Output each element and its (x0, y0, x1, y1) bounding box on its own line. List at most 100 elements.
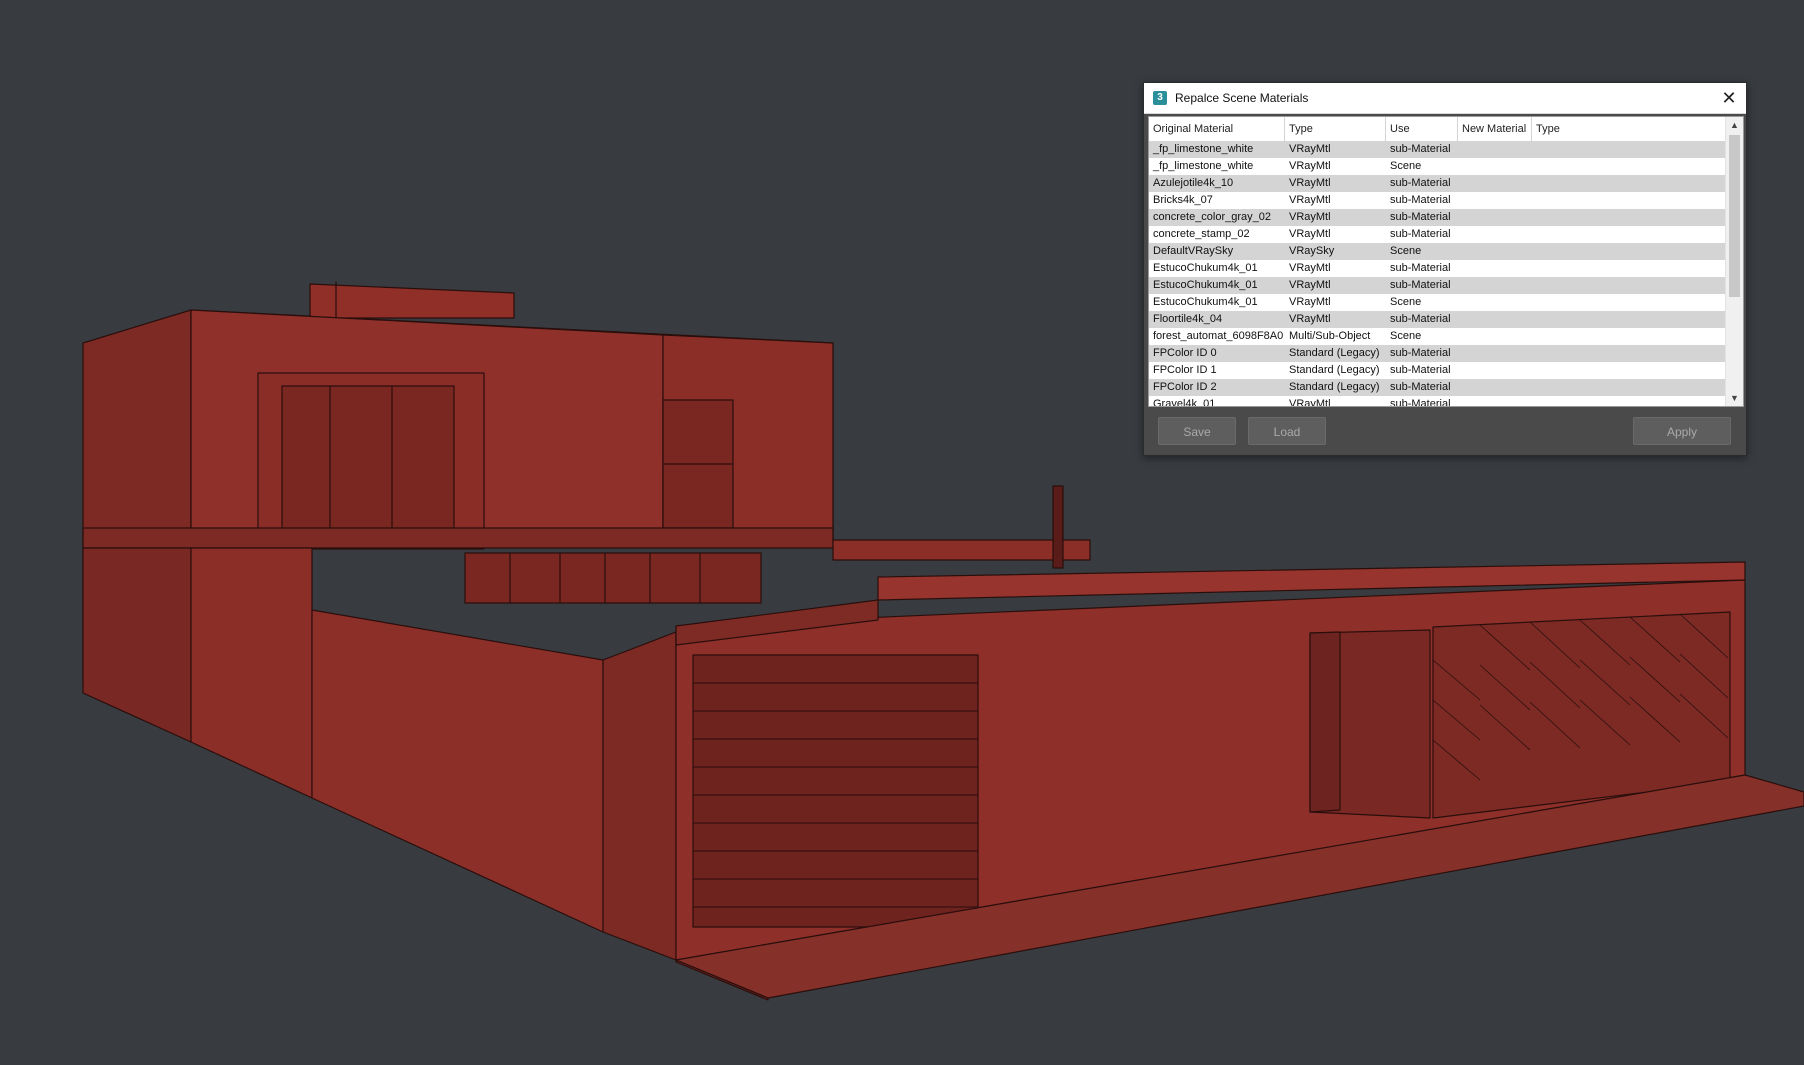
cell-new-type (1532, 175, 1725, 192)
cell-type: VRayMtl (1289, 262, 1331, 274)
table-row[interactable]: EstucoChukum4k_01 VRayMtl sub-Material (1149, 277, 1725, 294)
column-header-new-material[interactable]: New Material (1458, 117, 1532, 141)
cell-use: sub-Material (1390, 347, 1451, 359)
cell-original-material: FPColor ID 1 (1153, 364, 1217, 376)
cell-new-material (1458, 141, 1532, 158)
table-row[interactable]: concrete_color_gray_02 VRayMtl sub-Materia… (1149, 209, 1725, 226)
materials-table[interactable]: Original Material Type Use New Material … (1148, 116, 1744, 407)
cell-use: sub-Material (1390, 143, 1451, 155)
cell-type: VRayMtl (1289, 313, 1331, 325)
cell-original-material: concrete_stamp_02 (1153, 228, 1250, 240)
cell-original-material: EstucoChukum4k_01 (1153, 296, 1258, 308)
cell-new-type (1532, 379, 1725, 396)
replace-scene-materials-dialog[interactable]: 3 Repalce Scene Materials ✕ Original Mat… (1143, 82, 1747, 456)
cell-original-material: concrete_color_gray_02 (1153, 211, 1272, 223)
cell-type: Standard (Legacy) (1289, 381, 1380, 393)
column-header-original-material[interactable]: Original Material (1149, 117, 1285, 141)
cell-type: VRayMtl (1289, 160, 1331, 172)
table-row[interactable]: EstucoChukum4k_01 VRayMtl Scene (1149, 294, 1725, 311)
cell-new-material (1458, 243, 1532, 260)
cell-new-material (1458, 362, 1532, 379)
cell-use: sub-Material (1390, 228, 1451, 240)
cell-new-material (1458, 158, 1532, 175)
cell-new-material (1458, 192, 1532, 209)
cell-type: VRayMtl (1289, 143, 1331, 155)
table-row[interactable]: _fp_limestone_white VRayMtl sub-Material (1149, 141, 1725, 158)
cell-new-type (1532, 209, 1725, 226)
cell-new-material (1458, 209, 1532, 226)
dialog-titlebar[interactable]: 3 Repalce Scene Materials ✕ (1144, 83, 1746, 114)
cell-new-type (1532, 396, 1725, 406)
save-button[interactable]: Save (1158, 417, 1236, 445)
cell-use: Scene (1390, 296, 1422, 308)
column-header-use[interactable]: Use (1386, 117, 1458, 141)
cell-new-type (1532, 294, 1725, 311)
table-row[interactable]: Floortile4k_04 VRayMtl sub-Material (1149, 311, 1725, 328)
cell-new-type (1532, 158, 1725, 175)
cell-original-material: EstucoChukum4k_01 (1153, 262, 1258, 274)
cell-new-material (1458, 277, 1532, 294)
cell-new-type (1532, 328, 1725, 345)
cell-original-material: EstucoChukum4k_01 (1153, 279, 1258, 291)
cell-new-material (1458, 294, 1532, 311)
table-header: Original Material Type Use New Material … (1149, 117, 1743, 142)
cell-type: VRayMtl (1289, 177, 1331, 189)
column-header-new-type[interactable]: Type (1532, 117, 1725, 141)
table-row[interactable]: DefaultVRaySky VRaySky Scene (1149, 243, 1725, 260)
scroll-down-icon[interactable]: ▼ (1726, 390, 1743, 406)
cell-type: Multi/Sub-Object (1289, 330, 1371, 342)
cell-use: sub-Material (1390, 177, 1451, 189)
table-row[interactable]: forest_automat_6098F8A0 Multi/Sub-Object S… (1149, 328, 1725, 345)
close-icon[interactable]: ✕ (1718, 87, 1740, 109)
cell-new-material (1458, 260, 1532, 277)
cell-use: Scene (1390, 160, 1422, 172)
vertical-scrollbar[interactable]: ▲ ▼ (1725, 117, 1743, 406)
cell-new-type (1532, 192, 1725, 209)
table-rows: _fp_limestone_white VRayMtl sub-Material _f… (1149, 141, 1725, 407)
cell-original-material: Bricks4k_07 (1153, 194, 1213, 206)
cell-new-type (1532, 345, 1725, 362)
cell-use: sub-Material (1390, 194, 1451, 206)
cell-original-material: DefaultVRaySky (1153, 245, 1234, 257)
cell-use: sub-Material (1390, 381, 1451, 393)
cell-original-material: Gravel4k_01 (1153, 398, 1216, 407)
scroll-thumb[interactable] (1729, 135, 1740, 297)
cell-type: VRayMtl (1289, 296, 1331, 308)
cell-use: Scene (1390, 330, 1422, 342)
table-row[interactable]: Gravel4k_01 VRayMtl sub-Material (1149, 396, 1725, 407)
cell-new-material (1458, 328, 1532, 345)
cell-new-material (1458, 379, 1532, 396)
cell-type: Standard (Legacy) (1289, 347, 1380, 359)
table-row[interactable]: Azulejotile4k_10 VRayMtl sub-Material (1149, 175, 1725, 192)
table-row[interactable]: FPColor ID 2 Standard (Legacy) sub-Materia… (1149, 379, 1725, 396)
scroll-up-icon[interactable]: ▲ (1726, 117, 1743, 133)
column-header-type[interactable]: Type (1285, 117, 1386, 141)
apply-button[interactable]: Apply (1633, 417, 1731, 445)
cell-new-material (1458, 396, 1532, 406)
table-row[interactable]: concrete_stamp_02 VRayMtl sub-Material (1149, 226, 1725, 243)
load-button[interactable]: Load (1248, 417, 1326, 445)
cell-original-material: _fp_limestone_white (1153, 160, 1254, 172)
cell-type: VRayMtl (1289, 194, 1331, 206)
cell-new-material (1458, 175, 1532, 192)
table-row[interactable]: FPColor ID 1 Standard (Legacy) sub-Materia… (1149, 362, 1725, 379)
cell-new-type (1532, 141, 1725, 158)
table-row[interactable]: Bricks4k_07 VRayMtl sub-Material (1149, 192, 1725, 209)
cell-new-type (1532, 243, 1725, 260)
cell-original-material: Azulejotile4k_10 (1153, 177, 1234, 189)
table-row[interactable]: FPColor ID 0 Standard (Legacy) sub-Materia… (1149, 345, 1725, 362)
cell-new-material (1458, 345, 1532, 362)
table-row[interactable]: EstucoChukum4k_01 VRayMtl sub-Material (1149, 260, 1725, 277)
cell-type: VRayMtl (1289, 398, 1331, 407)
cell-new-type (1532, 311, 1725, 328)
cell-use: sub-Material (1390, 262, 1451, 274)
cell-original-material: FPColor ID 0 (1153, 347, 1217, 359)
cell-type: VRayMtl (1289, 279, 1331, 291)
cell-new-type (1532, 260, 1725, 277)
cell-use: sub-Material (1390, 211, 1451, 223)
cell-type: Standard (Legacy) (1289, 364, 1380, 376)
cell-new-material (1458, 226, 1532, 243)
table-row[interactable]: _fp_limestone_white VRayMtl Scene (1149, 158, 1725, 175)
cell-original-material: forest_automat_6098F8A0 (1153, 330, 1284, 342)
cell-use: sub-Material (1390, 398, 1451, 407)
